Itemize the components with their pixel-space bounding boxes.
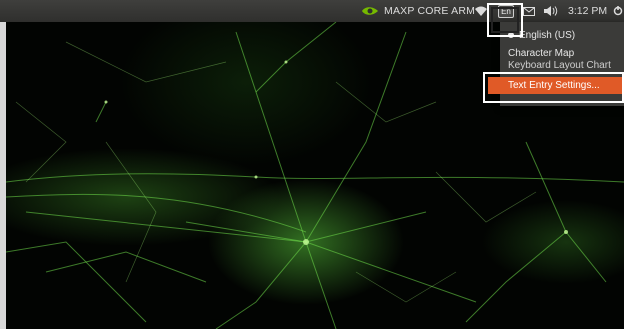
- menu-item-label: Text Entry Settings...: [508, 80, 600, 91]
- top-panel: MAXP CORE ARM En 3:12 PM: [0, 0, 624, 22]
- wifi-icon[interactable]: [474, 0, 488, 22]
- menu-item-keyboard-layout-chart[interactable]: Keyboard Layout Chart: [500, 59, 624, 71]
- menu-item-label: Character Map: [508, 47, 575, 59]
- menu-item-text-entry-settings[interactable]: Text Entry Settings...: [488, 77, 622, 94]
- menu-item-label: English (US): [519, 29, 576, 41]
- menu-item-label: Keyboard Layout Chart: [508, 59, 611, 71]
- machine-name: MAXP CORE ARM: [384, 5, 476, 17]
- nvidia-logo-icon: [359, 0, 381, 22]
- mail-icon[interactable]: [522, 0, 536, 22]
- keyboard-indicator-highlight-inner: [491, 7, 519, 33]
- clock[interactable]: 3:12 PM: [568, 0, 607, 22]
- power-gear-icon[interactable]: [612, 0, 624, 22]
- volume-icon[interactable]: [544, 0, 560, 22]
